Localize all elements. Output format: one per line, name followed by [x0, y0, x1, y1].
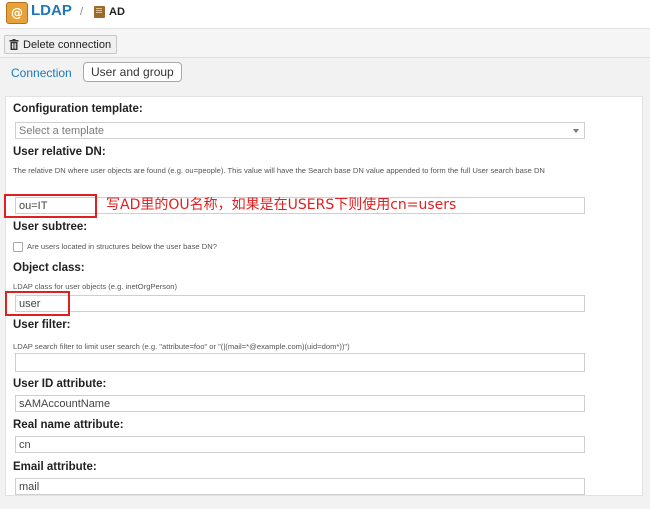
user-filter-input[interactable] [15, 353, 585, 372]
user-id-attribute-value: sAMAccountName [19, 398, 111, 410]
ldap-app-icon: @ [6, 2, 28, 24]
annotation-note: 写AD里的OU名称，如果是在USERS下则使用cn=users [106, 197, 457, 213]
action-bar: Delete connection [0, 28, 650, 57]
user-subtree-checkbox[interactable] [13, 242, 23, 252]
config-template-placeholder: Select a template [19, 125, 104, 137]
email-attribute-input[interactable]: mail [15, 478, 585, 495]
content-area: Configuration template: Select a templat… [0, 88, 650, 509]
object-class-input[interactable]: user [15, 295, 585, 312]
chevron-down-icon [573, 129, 579, 133]
header-bar: @ LDAP / AD [0, 0, 650, 28]
app-title[interactable]: LDAP [31, 2, 72, 19]
delete-connection-button[interactable]: Delete connection [4, 35, 118, 54]
email-attribute-value: mail [19, 481, 40, 493]
user-filter-label: User filter: [13, 319, 71, 331]
user-id-attribute-input[interactable]: sAMAccountName [15, 395, 585, 412]
user-subtree-label: User subtree: [13, 221, 88, 233]
delete-connection-label: Delete connection [23, 38, 112, 51]
email-attribute-label: Email attribute: [13, 461, 97, 473]
tab-user-and-group[interactable]: User and group [83, 62, 182, 82]
config-template-select[interactable]: Select a template [15, 122, 585, 139]
user-group-form: Configuration template: Select a templat… [5, 96, 643, 496]
real-name-attribute-label: Real name attribute: [13, 419, 124, 431]
book-icon [94, 6, 105, 18]
object-class-help: LDAP class for user objects (e.g. inetOr… [13, 282, 178, 291]
user-relative-dn-label: User relative DN: [13, 146, 106, 158]
config-template-label: Configuration template: [13, 103, 143, 115]
breadcrumb-separator: / [80, 6, 84, 18]
user-relative-dn-value: ou=IT [19, 200, 48, 212]
object-class-value: user [19, 298, 41, 310]
user-subtree-checkbox-label: Are users located in structures below th… [27, 242, 217, 251]
object-class-label: Object class: [13, 262, 85, 274]
real-name-attribute-value: cn [19, 439, 31, 451]
tab-connection[interactable]: Connection [11, 66, 72, 80]
breadcrumb-current[interactable]: AD [109, 6, 125, 18]
tabs-bar: Connection User and group [0, 57, 650, 89]
user-id-attribute-label: User ID attribute: [13, 378, 107, 390]
trash-icon [9, 39, 19, 50]
real-name-attribute-input[interactable]: cn [15, 436, 585, 453]
user-relative-dn-help: The relative DN where user objects are f… [13, 166, 545, 175]
